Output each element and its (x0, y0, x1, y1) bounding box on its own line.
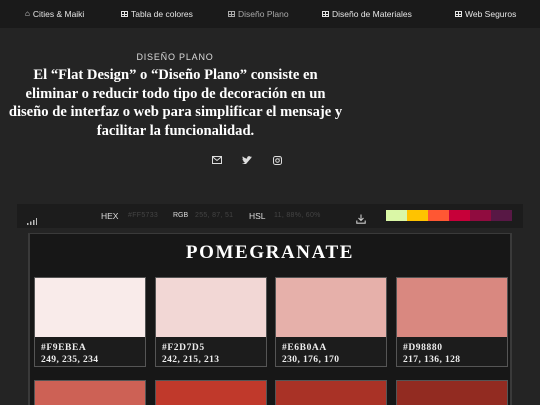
color-card[interactable] (34, 380, 146, 405)
color-rgb: 217, 136, 128 (403, 355, 461, 365)
color-hex: #F2D7D5 (162, 343, 205, 353)
nav-item-cities-maiki[interactable]: ⌂ Cities & Maiki (25, 9, 84, 19)
top-nav: ⌂ Cities & Maiki Tabla de colores Diseño… (0, 0, 540, 28)
swatch-2[interactable] (407, 210, 428, 221)
color-swatch (397, 278, 507, 337)
hsl-label: HSL (249, 211, 266, 221)
home-icon: ⌂ (25, 9, 30, 18)
color-card[interactable] (396, 380, 508, 405)
swatch-4[interactable] (449, 210, 470, 221)
color-swatch (156, 278, 266, 337)
swatch-strip (386, 210, 512, 222)
color-hex: #D98880 (403, 343, 443, 353)
signal-bars-icon[interactable] (27, 212, 37, 230)
color-toolbar: HEX #FF5733 RGB 255, 87, 51 HSL 11, 88%,… (17, 204, 523, 228)
palette-panel: POMEGRANATE #F9EBEA 249, 235, 234 #F2D7D… (28, 233, 512, 405)
color-card[interactable]: #D98880 217, 136, 128 (396, 277, 508, 367)
color-card[interactable] (155, 380, 267, 405)
table-icon (455, 11, 462, 17)
envelope-icon[interactable] (210, 154, 224, 166)
color-hex: #E6B0AA (282, 343, 327, 353)
hex-value[interactable]: #FF5733 (128, 212, 158, 219)
nav-item-tabla-de-colores[interactable]: Tabla de colores (121, 9, 193, 19)
hero-headline: El “Flat Design” o “Diseño Plano” consis… (8, 67, 343, 139)
table-icon (121, 11, 128, 17)
hex-label: HEX (101, 211, 119, 221)
color-rgb: 230, 176, 170 (282, 355, 340, 365)
color-rgb: 249, 235, 234 (41, 355, 99, 365)
hsl-value[interactable]: 11, 88%, 60% (274, 212, 321, 219)
nav-item-label: Diseño de Materiales (332, 9, 412, 19)
swatch-5[interactable] (470, 210, 491, 221)
color-card[interactable] (275, 380, 387, 405)
nav-item-diseno-de-materiales[interactable]: Diseño de Materiales (322, 9, 412, 19)
twitter-icon[interactable] (240, 154, 254, 166)
swatch-1[interactable] (386, 210, 407, 221)
color-swatch (276, 278, 386, 337)
color-card[interactable]: #E6B0AA 230, 176, 170 (275, 277, 387, 367)
nav-item-label: Diseño Plano (238, 9, 289, 19)
nav-item-diseno-plano[interactable]: Diseño Plano (228, 9, 289, 19)
download-icon[interactable] (356, 211, 366, 229)
table-icon (228, 11, 235, 17)
table-icon (322, 11, 329, 17)
palette-title: POMEGRANATE (185, 242, 355, 263)
swatch-3[interactable] (428, 210, 449, 221)
color-hex: #F9EBEA (41, 343, 87, 353)
color-card[interactable]: #F2D7D5 242, 215, 213 (155, 277, 267, 367)
color-rgb: 242, 215, 213 (162, 355, 220, 365)
nav-item-label: Tabla de colores (131, 9, 193, 19)
color-swatch (35, 278, 145, 337)
color-card[interactable]: #F9EBEA 249, 235, 234 (34, 277, 146, 367)
rgb-value[interactable]: 255, 87, 51 (195, 212, 233, 219)
swatch-6[interactable] (491, 210, 512, 221)
rgb-label: RGB (173, 212, 189, 219)
nav-item-label: Cities & Maiki (32, 9, 85, 19)
nav-item-web-seguros[interactable]: Web Seguros (455, 9, 516, 19)
instagram-icon[interactable] (270, 154, 284, 166)
hero-subtitle: DISEÑO PLANO (136, 52, 214, 62)
nav-item-label: Web Seguros (465, 9, 517, 19)
